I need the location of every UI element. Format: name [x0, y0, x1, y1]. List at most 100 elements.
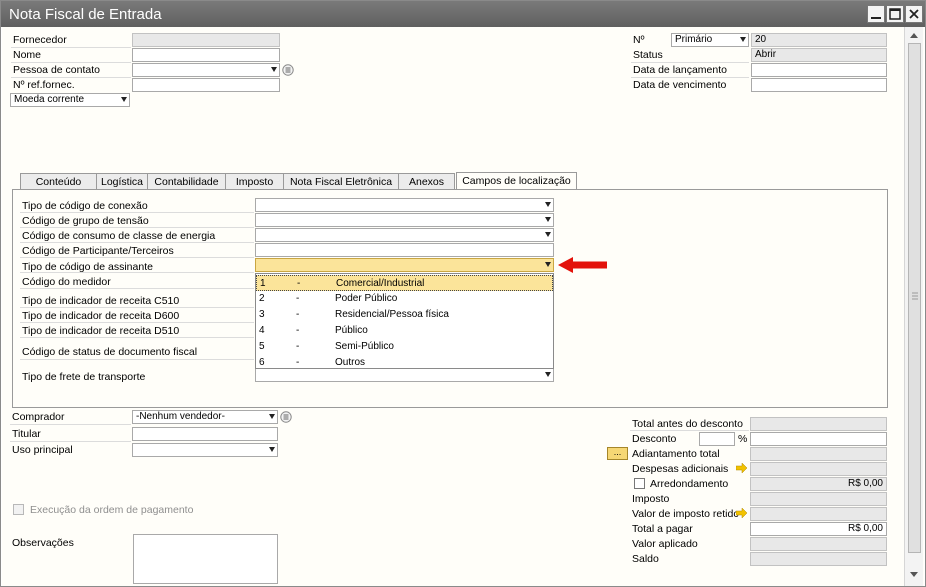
- adiantamento-field: [750, 447, 887, 461]
- field-label: Tipo de código de conexão: [22, 200, 148, 212]
- divider: [20, 257, 254, 258]
- imposto-field: [750, 492, 887, 506]
- annotation-arrow-icon: [558, 257, 607, 273]
- divider: [630, 430, 749, 431]
- tab-imposto[interactable]: Imposto: [225, 173, 284, 190]
- list-item[interactable]: 3 - Residencial/Pessoa física: [256, 307, 553, 323]
- adiantamento-button[interactable]: ...: [607, 447, 628, 460]
- status-field: Abrir: [751, 48, 887, 62]
- divider: [11, 47, 131, 48]
- divider: [631, 77, 749, 78]
- comprador-select[interactable]: -Nenhum vendedor-: [132, 410, 278, 424]
- list-icon[interactable]: [280, 411, 292, 423]
- list-item[interactable]: 4 - Público: [256, 323, 553, 339]
- saldo-field: [750, 552, 887, 566]
- titular-field[interactable]: [132, 427, 278, 441]
- moeda-select[interactable]: Moeda corrente: [10, 93, 130, 107]
- series-value: Primário: [675, 34, 713, 45]
- comprador-value: -Nenhum vendedor-: [136, 411, 225, 422]
- window-title: Nota Fiscal de Entrada: [9, 6, 162, 23]
- field-label: Código de status de documento fiscal: [22, 346, 198, 358]
- divider: [20, 337, 254, 338]
- numero-field[interactable]: 20: [751, 33, 887, 47]
- ref-fornec-field[interactable]: [132, 78, 280, 92]
- execucao-label: Execução da ordem de pagamento: [30, 504, 194, 516]
- participante-field[interactable]: [255, 243, 554, 257]
- moeda-value: Moeda corrente: [14, 94, 85, 105]
- divider: [20, 227, 254, 228]
- observacoes-textarea[interactable]: [133, 534, 278, 584]
- scroll-down-icon[interactable]: [909, 571, 919, 579]
- total-pagar-field: R$ 0,00: [750, 522, 887, 536]
- nome-label: Nome: [13, 49, 42, 61]
- comprador-label: Comprador: [12, 411, 65, 423]
- scrollbar-thumb[interactable]: [908, 43, 921, 553]
- field-label: Código de consumo de classe de energia: [22, 230, 216, 242]
- list-item[interactable]: 1 - Comercial/Industrial: [256, 275, 553, 291]
- tipo-assinante-select[interactable]: [255, 258, 554, 272]
- tab-campos-localizacao[interactable]: Campos de localização: [456, 172, 577, 190]
- uso-principal-label: Uso principal: [12, 444, 73, 456]
- desconto-percent-field[interactable]: [699, 432, 735, 446]
- execucao-checkbox[interactable]: [13, 504, 24, 515]
- minimize-button[interactable]: [867, 5, 885, 23]
- desconto-label: Desconto: [632, 433, 677, 445]
- field-label: Código do medidor: [22, 276, 111, 288]
- data-vencimento-field[interactable]: [751, 78, 887, 92]
- pessoa-contato-select[interactable]: [132, 63, 280, 77]
- desconto-field[interactable]: [750, 432, 887, 446]
- list-item[interactable]: 2 - Poder Público: [256, 291, 553, 307]
- vertical-scrollbar[interactable]: [904, 27, 923, 586]
- arredondamento-label: Arredondamento: [650, 478, 729, 490]
- series-select[interactable]: Primário: [671, 33, 749, 47]
- arredondamento-checkbox[interactable]: [634, 478, 645, 489]
- divider: [20, 242, 254, 243]
- divider: [20, 212, 254, 213]
- tab-conteudo[interactable]: Conteúdo: [20, 173, 97, 190]
- data-vencimento-label: Data de vencimento: [633, 79, 727, 91]
- field-label: Tipo de indicador de receita D510: [22, 325, 180, 337]
- percent-label: %: [738, 433, 748, 445]
- scroll-up-icon[interactable]: [909, 31, 919, 39]
- divider: [11, 77, 131, 78]
- total-antes-field: [750, 417, 887, 431]
- link-arrow-icon[interactable]: [736, 508, 748, 518]
- grupo-tensao-select[interactable]: [255, 213, 554, 227]
- valor-imposto-label: Valor de imposto retidc: [632, 508, 739, 520]
- uso-principal-select[interactable]: [132, 443, 278, 457]
- classe-energia-select[interactable]: [255, 228, 554, 242]
- divider: [20, 307, 254, 308]
- data-lancamento-field[interactable]: [751, 63, 887, 77]
- list-item[interactable]: 5 - Semi-Público: [256, 339, 553, 355]
- divider: [20, 359, 254, 360]
- adiantamento-label: Adiantamento total: [632, 448, 720, 460]
- field-label: Tipo de indicador de receita D600: [22, 310, 180, 322]
- close-icon: [909, 9, 919, 19]
- grip-icon: [912, 292, 918, 300]
- tab-contabilidade[interactable]: Contabilidade: [147, 173, 226, 190]
- data-lancamento-label: Data de lançamento: [633, 64, 727, 76]
- divider: [10, 441, 131, 442]
- maximize-button[interactable]: [886, 5, 904, 23]
- tab-nota-fiscal-eletronica[interactable]: Nota Fiscal Eletrônica: [283, 173, 399, 190]
- list-item[interactable]: 6 - Outros: [256, 355, 553, 371]
- saldo-label: Saldo: [632, 553, 659, 565]
- tab-logistica[interactable]: Logística: [96, 173, 148, 190]
- divider: [20, 272, 254, 273]
- tipo-codigo-conexao-select[interactable]: [255, 198, 554, 212]
- tab-anexos[interactable]: Anexos: [398, 173, 455, 190]
- numero-label: Nº: [633, 34, 645, 46]
- close-button[interactable]: [905, 5, 923, 23]
- titular-label: Titular: [12, 428, 41, 440]
- divider: [631, 62, 749, 63]
- arredondamento-field: R$ 0,00: [750, 477, 887, 491]
- fornecedor-field[interactable]: [132, 33, 280, 47]
- maximize-icon: [889, 8, 901, 20]
- fornecedor-label: Fornecedor: [13, 34, 67, 46]
- valor-imposto-field: [750, 507, 887, 521]
- nome-field[interactable]: [132, 48, 280, 62]
- field-label: Tipo de indicador de receita C510: [22, 295, 180, 307]
- list-icon[interactable]: [282, 64, 294, 76]
- link-arrow-icon[interactable]: [736, 463, 748, 473]
- field-label: Código de grupo de tensão: [22, 215, 149, 227]
